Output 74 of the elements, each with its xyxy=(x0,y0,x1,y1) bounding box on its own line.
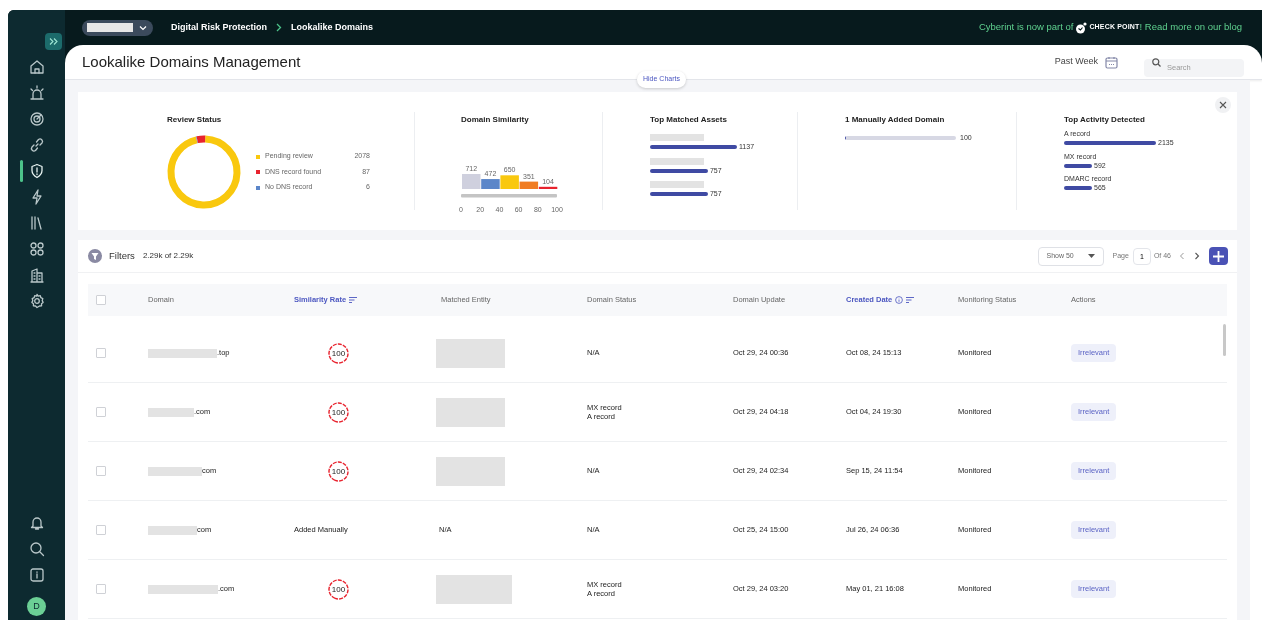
chart-title: Top Matched Assets xyxy=(650,114,728,126)
workspace-dropdown[interactable] xyxy=(82,19,153,36)
similarity-gauge: 100 xyxy=(327,401,350,423)
bar xyxy=(1064,186,1092,191)
next-page-button[interactable] xyxy=(1194,252,1200,260)
redacted-block xyxy=(148,348,217,358)
scrollbar-thumb[interactable] xyxy=(1223,324,1226,356)
similarity-gauge: 100 xyxy=(327,578,350,600)
select-all-checkbox[interactable] xyxy=(96,295,106,305)
building-icon xyxy=(28,267,45,283)
info-icon xyxy=(28,567,45,583)
redacted-block xyxy=(436,338,505,368)
add-button[interactable] xyxy=(1209,247,1228,265)
row-checkbox[interactable] xyxy=(96,466,106,476)
result-count: 2.29k of 2.29k xyxy=(142,250,194,262)
close-icon xyxy=(1219,101,1227,109)
home-icon xyxy=(28,59,45,75)
bar xyxy=(650,168,708,173)
caret-icon xyxy=(1087,254,1095,258)
row-checkbox[interactable] xyxy=(96,407,106,417)
close-button[interactable] xyxy=(1215,97,1231,113)
selection-indicator xyxy=(20,160,23,182)
chevron-left-icon xyxy=(1179,252,1185,260)
user-avatar[interactable]: D xyxy=(27,597,46,616)
redacted-block xyxy=(148,525,197,535)
chart-title: Domain Similarity xyxy=(461,114,530,126)
search-icon xyxy=(1152,57,1161,67)
blog-link[interactable]: ! Read more on our blog xyxy=(1139,20,1242,35)
info-icon xyxy=(895,296,904,304)
row-checkbox[interactable] xyxy=(96,584,106,594)
breadcrumb-link[interactable]: Digital Risk Protection xyxy=(171,20,268,35)
alarm-light-icon xyxy=(28,85,45,101)
link-icon xyxy=(28,137,45,153)
redacted-block xyxy=(650,181,704,188)
search-icon xyxy=(28,541,45,557)
chart-title: Top Activity Detected xyxy=(1064,114,1146,126)
bell-icon xyxy=(28,515,45,531)
logo-icon xyxy=(1075,21,1088,34)
redacted-block xyxy=(436,397,505,427)
similarity-gauge: 100 xyxy=(327,460,350,482)
announcement-text: Cyberint is now part of xyxy=(978,20,1074,35)
page-title: Lookalike Domains Management xyxy=(82,51,302,72)
filter-icon xyxy=(88,249,102,263)
row-checkbox[interactable] xyxy=(96,348,106,358)
redacted-block xyxy=(148,584,218,594)
redacted-block xyxy=(436,456,505,486)
bar xyxy=(650,192,708,197)
calendar-icon xyxy=(1105,55,1118,69)
filters-button[interactable]: Filters xyxy=(88,248,135,264)
sort-icon xyxy=(906,297,915,303)
settings-icon xyxy=(28,293,45,309)
redacted-block xyxy=(650,134,704,141)
chart-title: 1 Manually Added Domain xyxy=(845,114,946,126)
redacted-block xyxy=(650,157,704,165)
redacted-block xyxy=(148,466,202,476)
chart-title: Review Status xyxy=(167,114,223,126)
chevron-right-icon xyxy=(1194,252,1200,260)
redacted-block xyxy=(87,23,133,32)
library-icon xyxy=(28,215,45,231)
expand-button[interactable] xyxy=(45,33,62,50)
date-range-button[interactable]: Past Week xyxy=(1054,55,1118,69)
bar xyxy=(1064,163,1092,168)
redacted-block xyxy=(148,407,194,417)
breadcrumb-link[interactable]: Lookalike Domains xyxy=(291,20,374,35)
chevron-down-icon xyxy=(139,24,147,31)
shield-icon xyxy=(28,163,45,179)
radar-icon xyxy=(28,111,45,127)
row-checkbox[interactable] xyxy=(96,525,106,535)
apps-icon xyxy=(28,241,45,257)
plus-icon xyxy=(1213,250,1224,262)
sort-icon xyxy=(349,297,358,303)
similarity-gauge: 100 xyxy=(327,342,350,364)
chevron-right-icon xyxy=(276,23,283,32)
double-chevron-icon xyxy=(49,37,58,46)
